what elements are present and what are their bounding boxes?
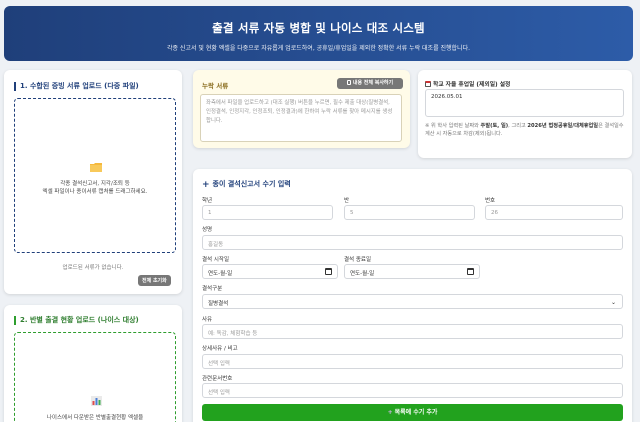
nice-drop-hint-1: 나이스에서 다운받은 반별출결현황 엑셀을 [46,415,144,421]
doc-number-label: 관련문서번호 [202,376,233,382]
start-date-label: 결석 시작일 [202,257,230,263]
chart-icon [91,396,102,406]
holiday-value: 2026.05.01 [431,94,463,100]
grade-label: 학년 [202,198,213,204]
detail-input[interactable]: 선택 입력 [202,354,623,369]
holiday-textarea[interactable]: 2026.05.01 [425,89,624,117]
missing-docs-textarea[interactable]: 좌측에서 파일을 업로드하고 (대조 실행) 버튼을 누르면, 필수 제출 대상… [200,94,402,142]
number-input[interactable]: 26 [485,205,623,220]
end-date-label: 결석 종료일 [344,257,372,263]
calendar-icon [467,268,474,275]
manual-entry-title: + 종이 결석신고서 수기 입력 [202,180,291,190]
calendar-icon [325,268,332,275]
folder-icon [90,163,102,172]
holiday-title: 학교 자율 휴업일 (제외일) 설정 [425,79,510,88]
nice-dropzone[interactable]: 나이스에서 다운받은 반별출결현황 엑셀을 [14,332,176,422]
nice-upload-card: 2. 반별 출결 현황 업로드 (나이스 대상) 나이스에서 다운받은 반별출결… [4,305,182,422]
holiday-note: ※ 위 학사 입력된 날짜와 주말(토, 일), 그리고 2026년 법정공휴일… [425,123,624,137]
evidence-dropzone[interactable]: 각종 결석신고서, 지각/조퇴 등 엑셀 파일이나 종이서류 캡처를 드래그하세… [14,98,176,253]
holiday-card: 학교 자율 휴업일 (제외일) 설정 2026.05.01 ※ 위 학사 입력된… [418,70,632,158]
missing-docs-card: 누락 서류 내용 전체 복사하기 좌측에서 파일을 업로드하고 (대조 실행) … [193,70,410,148]
plus-icon: + [202,180,210,190]
add-manual-label: 목록에 수기 추가 [394,409,438,416]
calendar-icon [425,81,431,87]
name-input[interactable]: 홍길동 [202,235,623,250]
evidence-drop-hint-2: 엑셀 파일이나 종이서류 캡처를 드래그하세요. [42,189,148,195]
manual-entry-card: + 종이 결석신고서 수기 입력 학년 1 반 5 번호 26 성명 홍길동 결석… [193,169,632,422]
chevron-down-icon: ⌄ [610,299,616,306]
clipboard-icon [346,80,351,85]
absence-type-label: 결석구분 [202,286,223,292]
page-subtitle: 각종 신고서 및 현황 엑셀을 다중으로 자유롭게 업로드하여, 공휴일/휴업일… [166,45,471,52]
copy-all-button[interactable]: 내용 전체 복사하기 [337,78,403,89]
missing-docs-placeholder: 좌측에서 파일을 업로드하고 (대조 실행) 버튼을 누르면, 필수 제출 대상… [206,100,393,124]
absence-type-select[interactable]: 질병결석 ⌄ [202,294,623,309]
doc-number-input[interactable]: 선택 입력 [202,383,623,398]
copy-all-label: 내용 전체 복사하기 [352,80,394,86]
start-date-input[interactable]: 연도-월-일 [202,264,338,279]
plus-icon: + [387,409,393,416]
nice-upload-title: 2. 반별 출결 현황 업로드 (나이스 대상) [14,316,139,325]
upload-status: 업로드된 서류가 없습니다. [62,265,124,271]
name-label: 성명 [202,227,213,233]
class-input[interactable]: 5 [344,205,475,220]
end-date-input[interactable]: 연도-월-일 [344,264,480,279]
reason-label: 사유 [202,317,213,323]
detail-label: 상세사유 / 비고 [202,346,238,352]
app-header: 출결 서류 자동 병합 및 나이스 대조 시스템 각종 신고서 및 현황 엑셀을… [4,6,633,61]
add-manual-button[interactable]: + 목록에 수기 추가 [202,404,623,421]
class-label: 반 [344,198,350,204]
evidence-upload-title: 1. 수합된 증빙 서류 업로드 (다중 파일) [14,82,139,91]
grade-input[interactable]: 1 [202,205,333,220]
number-label: 번호 [485,198,496,204]
reset-all-button[interactable]: 전체 초기화 [138,275,171,286]
missing-docs-title: 누락 서류 [202,82,229,90]
reason-input[interactable]: 예: 독감, 체험학습 등 [202,324,623,339]
page-title: 출결 서류 자동 병합 및 나이스 대조 시스템 [212,21,425,35]
evidence-upload-card: 1. 수합된 증빙 서류 업로드 (다중 파일) 각종 결석신고서, 지각/조퇴… [4,70,182,294]
evidence-drop-hint-1: 각종 결석신고서, 지각/조퇴 등 [60,181,130,187]
